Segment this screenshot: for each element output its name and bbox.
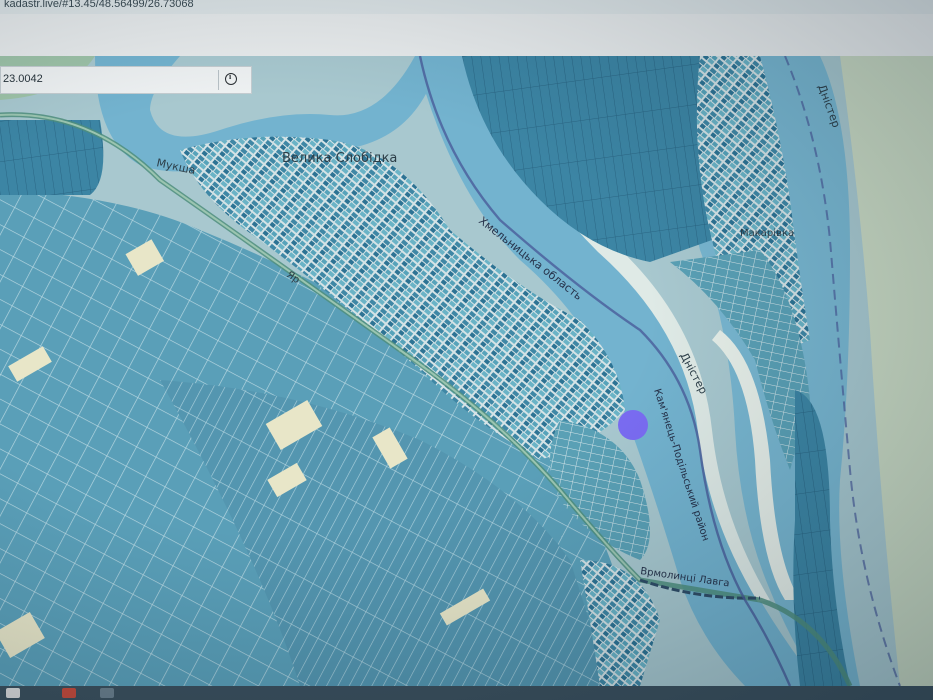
browser-toolbar [0,14,933,57]
browser-taskbar-icon[interactable] [62,688,76,698]
info-icon[interactable]: i [225,72,237,85]
start-icon[interactable] [6,688,20,698]
coordinate-value: 23.0042 [3,73,43,85]
label-village: Велика Слобідка [282,151,397,166]
coordinate-divider [218,70,219,90]
location-marker[interactable] [618,410,648,440]
os-taskbar [0,686,933,700]
coordinate-search[interactable]: 23.0042 i [0,66,252,94]
address-bar[interactable]: kadastr.live/#13.45/48.56499/26.73068 [0,0,933,14]
url-text: kadastr.live/#13.45/48.56499/26.73068 [4,0,194,10]
cadastral-map[interactable]: Велика Слобідка Мукша Хмельницька област… [0,56,933,686]
label-village-right: Макарівка [740,227,794,239]
app-taskbar-icon[interactable] [100,688,114,698]
